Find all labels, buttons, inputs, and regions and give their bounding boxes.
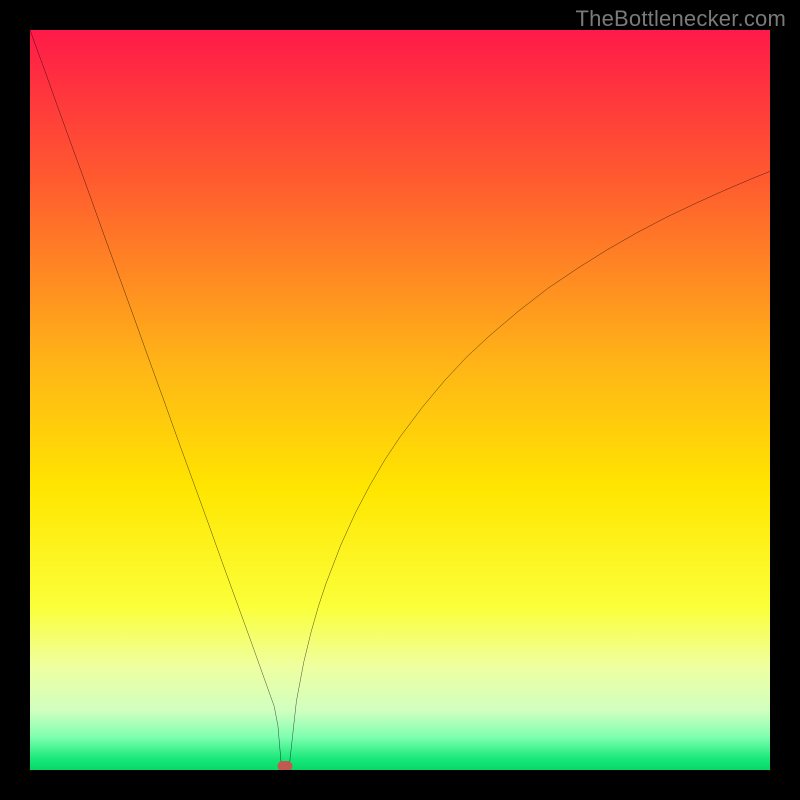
bottleneck-curve <box>30 30 770 770</box>
optimal-point-marker <box>278 761 293 770</box>
watermark-text: TheBottlenecker.com <box>576 6 786 32</box>
plot-area <box>30 30 770 770</box>
chart-frame: TheBottlenecker.com <box>0 0 800 800</box>
